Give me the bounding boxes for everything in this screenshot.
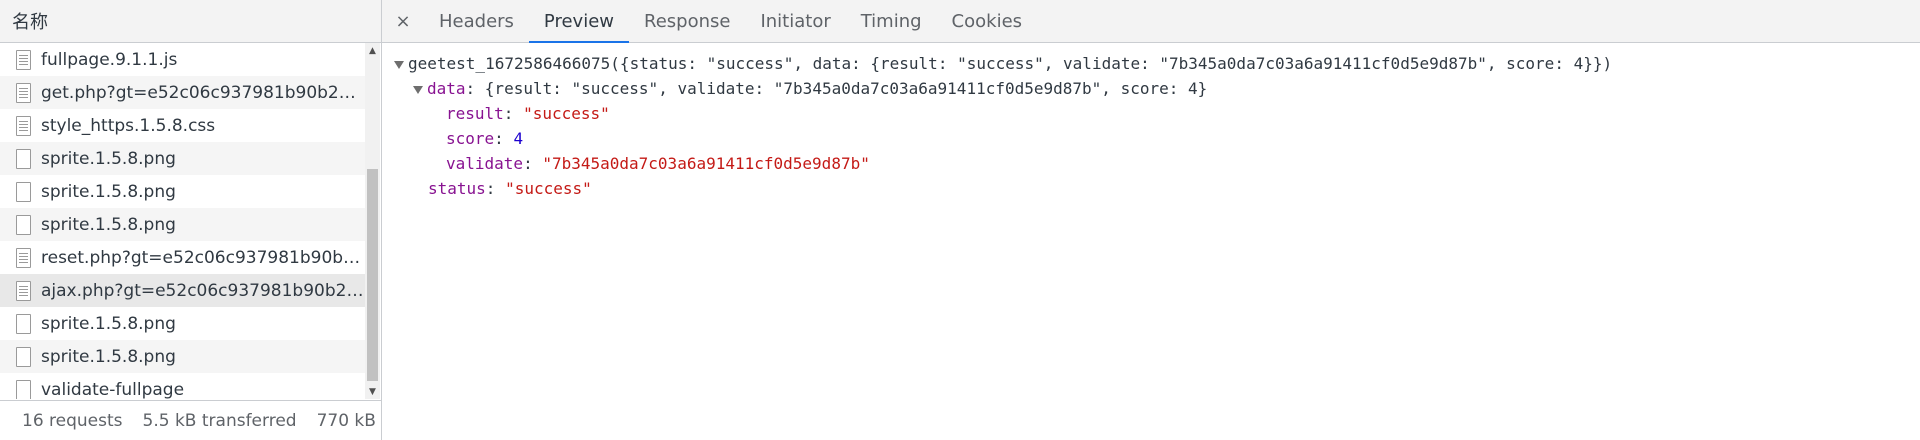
tab-preview[interactable]: Preview — [528, 0, 630, 43]
request-row[interactable]: style_https.1.5.8.css — [0, 109, 365, 142]
document-icon — [16, 115, 31, 136]
network-request-list-panel: 名称 fullpage.9.1.1.js get.php?gt=e52c06c9… — [0, 0, 382, 440]
request-name: style_https.1.5.8.css — [41, 115, 216, 136]
json-key: data — [427, 79, 466, 98]
request-name: ajax.php?gt=e52c06c937981b90b275d... — [41, 280, 365, 301]
requests-count: 16 requests — [22, 410, 123, 431]
request-row-selected[interactable]: ajax.php?gt=e52c06c937981b90b275d... — [0, 274, 365, 307]
file-icon — [16, 346, 31, 367]
resources-size: 770 kB — [316, 410, 376, 431]
preview-status-line: status: "success" — [428, 179, 592, 198]
document-icon — [16, 247, 31, 268]
details-tab-bar: × Headers Preview Response Initiator Tim… — [382, 0, 1920, 43]
json-key: status — [428, 179, 486, 198]
expand-triangle-icon[interactable] — [394, 60, 404, 69]
preview-root-line[interactable]: geetest_1672586466075({status: "success"… — [382, 51, 1920, 76]
request-details-panel: × Headers Preview Response Initiator Tim… — [382, 0, 1920, 440]
tab-initiator[interactable]: Initiator — [745, 0, 845, 42]
root-summary: ({status: "success", data: {result: "suc… — [610, 54, 1613, 73]
preview-validate-line: validate: "7b345a0da7c03a6a91411cf0d5e9d… — [446, 154, 870, 173]
request-name: sprite.1.5.8.png — [41, 313, 176, 334]
scrollbar-thumb[interactable] — [367, 169, 378, 381]
file-icon — [16, 181, 31, 202]
request-row[interactable]: sprite.1.5.8.png — [0, 142, 365, 175]
file-icon — [16, 313, 31, 334]
request-row[interactable]: sprite.1.5.8.png — [0, 340, 365, 373]
request-name: reset.php?gt=e52c06c937981b90b275... — [41, 247, 365, 268]
request-name: fullpage.9.1.1.js — [41, 49, 178, 70]
request-row[interactable]: sprite.1.5.8.png — [0, 307, 365, 340]
json-number-value: 4 — [513, 129, 524, 148]
json-string-value: "7b345a0da7c03a6a91411cf0d5e9d87b" — [542, 154, 870, 173]
tab-timing[interactable]: Timing — [846, 0, 937, 42]
request-list: fullpage.9.1.1.js get.php?gt=e52c06c9379… — [0, 43, 365, 399]
tab-headers[interactable]: Headers — [424, 0, 529, 42]
close-icon[interactable]: × — [382, 0, 424, 42]
tab-response[interactable]: Response — [629, 0, 745, 42]
document-icon — [16, 82, 31, 103]
preview-data-line[interactable]: data: {result: "success", validate: "7b3… — [382, 76, 1920, 101]
file-icon — [16, 148, 31, 169]
request-row[interactable]: get.php?gt=e52c06c937981b90b275d... — [0, 76, 365, 109]
json-string-value: "success" — [523, 104, 610, 123]
name-column-label: 名称 — [12, 12, 48, 33]
json-preview: geetest_1672586466075({status: "success"… — [382, 43, 1920, 201]
document-icon — [16, 49, 31, 70]
json-key: score — [446, 129, 495, 148]
expand-triangle-icon[interactable] — [413, 85, 423, 94]
request-name: get.php?gt=e52c06c937981b90b275d... — [41, 82, 365, 103]
request-name: sprite.1.5.8.png — [41, 214, 176, 235]
name-column-header[interactable]: 名称 — [0, 0, 381, 43]
scroll-down-arrow-icon[interactable]: ▼ — [365, 384, 380, 399]
scroll-up-arrow-icon[interactable]: ▲ — [365, 43, 380, 58]
json-key: validate — [446, 154, 524, 173]
request-row[interactable]: fullpage.9.1.1.js — [0, 43, 365, 76]
request-row[interactable]: sprite.1.5.8.png — [0, 208, 365, 241]
request-list-scrollbar[interactable]: ▲ ▼ — [365, 43, 380, 399]
callback-name: geetest_1672586466075 — [408, 54, 611, 73]
request-row[interactable]: reset.php?gt=e52c06c937981b90b275... — [0, 241, 365, 274]
network-summary-bar: 16 requests 5.5 kB transferred 770 kB — [0, 400, 381, 440]
request-name: sprite.1.5.8.png — [41, 181, 176, 202]
document-icon — [16, 280, 31, 301]
request-row[interactable]: sprite.1.5.8.png — [0, 175, 365, 208]
request-name: sprite.1.5.8.png — [41, 148, 176, 169]
tab-cookies[interactable]: Cookies — [937, 0, 1037, 42]
json-key: result — [446, 104, 504, 123]
request-name: validate-fullpage — [41, 379, 185, 400]
request-name: sprite.1.5.8.png — [41, 346, 176, 367]
json-string-value: "success" — [505, 179, 592, 198]
transferred-size: 5.5 kB transferred — [142, 410, 297, 431]
preview-result-line: result: "success" — [446, 104, 610, 123]
request-row[interactable]: validate-fullpage — [0, 373, 365, 399]
preview-score-line: score: 4 — [446, 129, 524, 148]
file-icon — [16, 214, 31, 235]
file-icon — [16, 379, 31, 399]
data-summary: {result: "success", validate: "7b345a0da… — [484, 79, 1208, 98]
